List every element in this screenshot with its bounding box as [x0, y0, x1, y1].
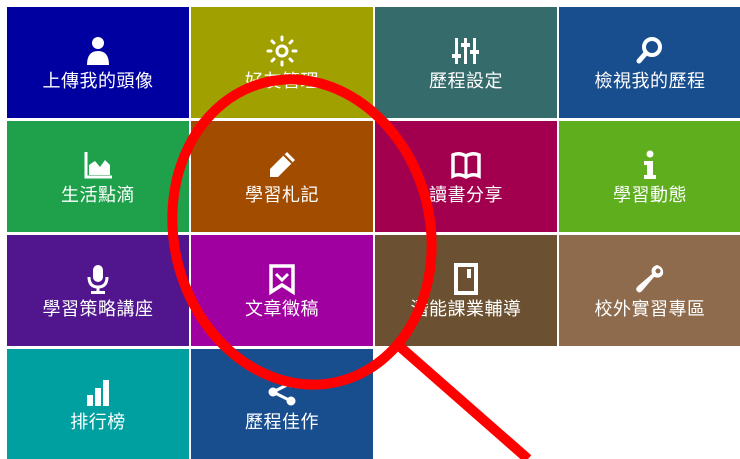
tile-life-moments[interactable]: 生活點滴 [7, 121, 189, 232]
tile-reading-sharing[interactable]: 讀書分享 [375, 121, 557, 232]
sliders-icon [452, 37, 479, 64]
tile-upload-avatar[interactable]: 上傳我的頭像 [7, 7, 189, 118]
tile-off-campus-internship[interactable]: 校外實習專區 [559, 235, 740, 346]
tile-portfolio-showcase[interactable]: 歷程佳作 [191, 349, 373, 459]
tile-learning-strategy-lectures[interactable]: 學習策略講座 [7, 235, 189, 346]
tile-label: 學習策略講座 [42, 298, 154, 320]
tile-label: 學習札記 [245, 184, 319, 206]
tile-study-notes[interactable]: 學習札記 [191, 121, 373, 232]
bookmark-book-icon [269, 263, 295, 295]
tile-label: 文章徵稿 [245, 298, 319, 320]
tile-learning-updates[interactable]: 學習動態 [559, 121, 740, 232]
user-icon [87, 36, 109, 65]
tile-label: 排行榜 [70, 412, 126, 433]
tile-leaderboard[interactable]: 排行榜 [7, 349, 189, 459]
info-icon [644, 150, 656, 179]
gear-icon [266, 35, 298, 66]
menu-grid: 上傳我的頭像 好友管理 歷程設定 檢視我的歷程 生活點滴 學習札記 讀書分享 學… [0, 0, 740, 459]
tile-friend-management[interactable]: 好友管理 [191, 7, 373, 118]
tile-label: 檢視我的歷程 [594, 70, 706, 92]
tile-article-submissions[interactable]: 文章徵稿 [191, 235, 373, 346]
tile-view-my-portfolio[interactable]: 檢視我的歷程 [559, 7, 740, 118]
tile-label: 潛能課業輔導 [410, 298, 522, 320]
book-icon [451, 151, 481, 179]
tile-portfolio-settings[interactable]: 歷程設定 [375, 7, 557, 118]
pencil-icon [270, 151, 295, 177]
tile-label: 好友管理 [245, 70, 319, 92]
microphone-icon [87, 264, 109, 294]
tile-label: 歷程設定 [429, 70, 503, 92]
share-icon [268, 378, 296, 406]
area-chart-icon [84, 151, 112, 178]
wrench-icon [636, 264, 664, 292]
magnifier-icon [636, 36, 662, 63]
tile-label: 上傳我的頭像 [42, 70, 154, 92]
tile-potential-tutoring[interactable]: 潛能課業輔導 [375, 235, 557, 346]
tile-label: 學習動態 [613, 184, 687, 206]
tile-label: 歷程佳作 [245, 412, 319, 433]
notebook-icon [454, 262, 478, 295]
tile-label: 校外實習專區 [594, 298, 706, 320]
tile-label: 生活點滴 [61, 184, 135, 206]
bar-chart-icon [87, 380, 109, 406]
tile-label: 讀書分享 [429, 184, 503, 206]
